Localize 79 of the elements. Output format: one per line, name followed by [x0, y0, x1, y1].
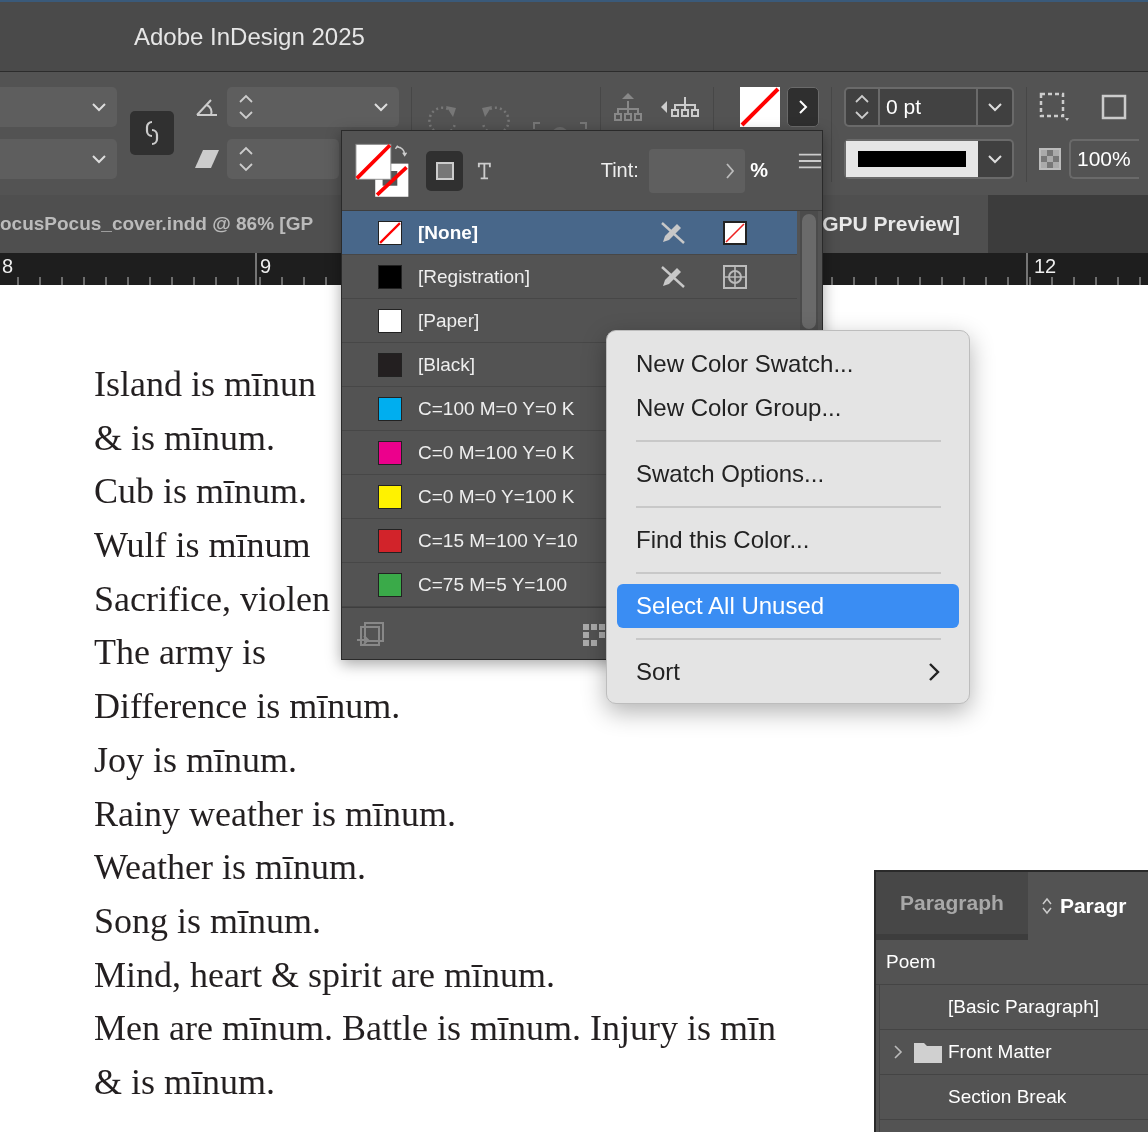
panel-tab[interactable]: Paragr: [1027, 872, 1148, 940]
link-icon: [145, 120, 159, 146]
poem-line: Island is mīnun: [94, 363, 316, 406]
stroke-type-dropdown[interactable]: [844, 139, 1014, 179]
stepper-icon[interactable]: [853, 92, 871, 122]
folder-icon: [914, 1041, 942, 1063]
import-icon[interactable]: [357, 621, 385, 648]
transparency-icon[interactable]: [1039, 148, 1061, 170]
swatch-row[interactable]: [None]: [342, 211, 797, 255]
chevron-down-icon: [987, 154, 1003, 164]
poem-line: & is mīnum.: [94, 416, 276, 460]
sort-icon: [1041, 897, 1052, 915]
style-name: [Basic Paragraph]: [948, 996, 1100, 1018]
swatch-name: C=0 M=100 Y=0 K: [418, 441, 576, 464]
poem-line: Song is mīnum.: [94, 899, 322, 943]
square-icon: [435, 161, 454, 180]
tab-title: GPU Preview]: [822, 212, 960, 236]
ruler-label: 9: [260, 255, 272, 278]
style-group-row[interactable]: Front Matter: [879, 1030, 1148, 1075]
chevron-right-icon: [798, 99, 808, 115]
swatch-name: C=0 M=0 Y=100 K: [418, 485, 576, 508]
poem-line: & is mīnum.: [94, 1060, 276, 1104]
poem-line: Men are mīnum. Battle is mīnum. Injury is mīn: [94, 1007, 776, 1051]
group-label: Poem: [886, 951, 936, 973]
shear-field[interactable]: [227, 139, 339, 179]
link-button[interactable]: [130, 111, 174, 155]
ruler-label: 8: [2, 255, 14, 278]
swatch: [378, 220, 402, 245]
tint-label: Tint:: [600, 159, 639, 182]
opacity-field[interactable]: 100%: [1069, 139, 1139, 179]
chevron-icon[interactable]: [892, 1044, 904, 1060]
menu-icon[interactable]: [798, 151, 822, 170]
poem-line: Joy is mīnum.: [94, 738, 298, 782]
poem-line: Wulf is mīnum: [94, 524, 311, 568]
registration-icon: [723, 264, 747, 289]
chevron-down-icon: [91, 102, 107, 112]
style-name: Section Break: [948, 1086, 1067, 1108]
expand-button[interactable]: [787, 87, 819, 127]
shear-icon: [195, 150, 219, 168]
chevron-down-icon: [91, 154, 107, 164]
menu-item[interactable]: Sort: [617, 650, 959, 694]
container-button[interactable]: [426, 150, 463, 191]
angle-icon: [195, 97, 219, 117]
dropdown-field[interactable]: [0, 139, 117, 179]
frame-fitting-icon[interactable]: [1039, 92, 1071, 122]
poem-line: Difference is mīnum.: [94, 685, 401, 729]
stroke-swatch[interactable]: [740, 87, 780, 127]
style-row[interactable]: [Basic Paragraph]: [879, 985, 1148, 1030]
swatch-name: C=75 M=5 Y=100: [418, 573, 569, 596]
swatch-row[interactable]: [Registration]: [342, 255, 797, 299]
swatch-name: [None]: [418, 221, 480, 244]
ruler-label: 12: [1034, 255, 1057, 278]
style-name: Front Matter: [948, 1041, 1052, 1063]
percent-label: %: [750, 159, 769, 182]
chevron-down-icon: [987, 102, 1003, 112]
style-row[interactable]: Section Break: [879, 1075, 1148, 1120]
square-icon[interactable]: [1101, 94, 1127, 120]
text-icon[interactable]: [476, 160, 492, 181]
panel-tab[interactable]: Paragraph: [876, 872, 1028, 934]
window-title: Adobe InDesign 2025: [134, 22, 365, 51]
stepper-icon[interactable]: [237, 92, 255, 122]
grid-icon[interactable]: [583, 623, 605, 646]
poem-line: The army is: [94, 631, 266, 675]
swatch-name: [Registration]: [418, 265, 531, 288]
tab-title: ocusPocus_cover.indd @ 86% [GP: [0, 213, 314, 235]
swatch-name: [Paper]: [418, 309, 481, 332]
chevron-right-icon: [725, 161, 736, 180]
none-swatch-icon: [723, 220, 747, 245]
stroke-weight-field[interactable]: 0 pt: [878, 89, 978, 125]
poem-line: Sacrifice, violen: [94, 577, 330, 621]
poem-line: Rainy weather is mīnum.: [94, 792, 456, 836]
rotation-field[interactable]: [227, 87, 399, 127]
stepper-icon[interactable]: [237, 144, 255, 174]
poem-line: Weather is mīnum.: [94, 846, 367, 890]
dropdown-field[interactable]: [0, 87, 117, 127]
chevron-down-icon: [373, 102, 389, 112]
poem-line: Cub is mīnum.: [94, 470, 308, 514]
tint-field[interactable]: [648, 148, 746, 193]
poem-line: Mind, heart & spirit are mīnum.: [94, 953, 555, 997]
